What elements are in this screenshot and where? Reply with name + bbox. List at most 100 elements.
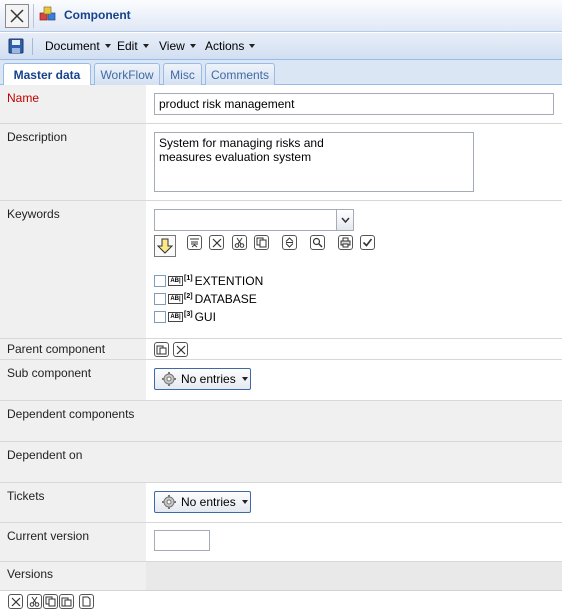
gear-icon (162, 372, 176, 386)
tickets-label: Tickets (7, 489, 45, 503)
floppy-disk-icon[interactable] (8, 38, 24, 54)
sub-component-dropdown-label: No entries (181, 372, 236, 386)
add-keyword-button[interactable] (154, 235, 176, 257)
dependent-components-label: Dependent components (7, 407, 135, 421)
keyword-checkbox[interactable] (154, 275, 166, 287)
keyword-checkbox[interactable] (154, 311, 166, 323)
gear-icon (162, 495, 176, 509)
new-document-icon (82, 596, 91, 607)
row-keywords: Keywords AB| [1] EXTENTION AB| [2] DATAB… (0, 201, 562, 339)
dependent-on-label: Dependent on (7, 448, 83, 462)
menu-actions-label: Actions (205, 39, 245, 53)
row-versions: Versions (0, 562, 562, 590)
select-parent-button[interactable] (154, 342, 169, 357)
keyword-text: DATABASE (194, 292, 257, 306)
copy-icon (256, 237, 267, 248)
close-button[interactable] (5, 4, 29, 28)
close-x-icon (10, 9, 24, 23)
tickets-dropdown-label: No entries (181, 495, 236, 509)
row-name: Name (0, 85, 562, 124)
text-field-icon: AB| (168, 294, 183, 304)
menu-actions[interactable]: Actions (205, 39, 256, 53)
menu-edit-label: Edit (117, 39, 138, 53)
close-icon (11, 597, 20, 606)
tab-comments[interactable]: Comments (205, 63, 275, 85)
arrow-down-icon (157, 238, 173, 254)
move-top-button[interactable] (187, 235, 202, 250)
row-current-version: Current version (0, 523, 562, 562)
keyword-item: AB| [3] GUI (154, 309, 216, 325)
menu-separator (32, 38, 33, 55)
current-version-label: Current version (7, 529, 90, 543)
keywords-combo[interactable] (154, 209, 354, 231)
caret-down-icon (142, 44, 149, 48)
tickets-dropdown[interactable]: No entries (154, 491, 251, 513)
window-title: Component (64, 8, 131, 22)
close-icon (212, 238, 221, 247)
versions-delete-button[interactable] (8, 594, 23, 609)
search-button[interactable] (310, 235, 325, 250)
window-title-bar: Component (0, 0, 562, 32)
checkmark-icon (362, 238, 373, 247)
caret-down-icon (241, 500, 248, 504)
tab-workflow[interactable]: WorkFlow (94, 63, 160, 85)
versions-paste-button[interactable] (59, 594, 74, 609)
caret-down-icon (249, 44, 256, 48)
paste-icon (61, 597, 72, 607)
caret-down-icon (104, 44, 111, 48)
row-sub-component: Sub component No entries (0, 360, 562, 401)
current-version-input[interactable] (154, 530, 210, 551)
search-icon (312, 237, 323, 248)
row-parent-component: Parent component (0, 339, 562, 360)
versions-copy-button[interactable] (43, 594, 58, 609)
text-field-icon: AB| (168, 276, 183, 286)
keyword-checkbox[interactable] (154, 293, 166, 305)
scissors-icon (29, 596, 40, 607)
menu-edit[interactable]: Edit (117, 39, 149, 53)
paste-icon (156, 345, 167, 355)
component-cubes-icon (39, 6, 56, 21)
tab-master-data[interactable]: Master data (3, 63, 91, 86)
keywords-label: Keywords (7, 207, 60, 221)
up-down-icon (285, 237, 294, 248)
versions-new-button[interactable] (79, 594, 94, 609)
keyword-item: AB| [2] DATABASE (154, 291, 257, 307)
name-label: Name (7, 91, 40, 105)
tab-misc[interactable]: Misc (163, 63, 202, 85)
printer-icon (340, 237, 351, 248)
chevron-down-icon (340, 217, 350, 223)
caret-down-icon (241, 377, 248, 381)
print-button[interactable] (338, 235, 353, 250)
versions-label: Versions (7, 567, 54, 581)
scissors-icon (234, 237, 245, 248)
sub-component-dropdown[interactable]: No entries (154, 368, 251, 390)
move-up-down-button[interactable] (282, 235, 297, 250)
sub-component-label: Sub component (7, 366, 92, 380)
keyword-text: EXTENTION (194, 274, 264, 288)
row-tickets: Tickets No entries (0, 483, 562, 523)
clear-parent-button[interactable] (173, 342, 188, 357)
row-description: Description System for managing risks an… (0, 124, 562, 201)
menu-view[interactable]: View (159, 39, 196, 53)
combo-dropdown-button[interactable] (336, 210, 353, 230)
keyword-number: [3] (184, 310, 193, 318)
confirm-button[interactable] (360, 235, 375, 250)
row-dependent-on: Dependent on (0, 442, 562, 483)
description-textarea[interactable]: System for managing risks and measures e… (154, 132, 474, 192)
copy-icon (45, 596, 56, 607)
name-input[interactable] (154, 93, 554, 115)
keyword-number: [1] (184, 274, 193, 282)
keyword-text: GUI (194, 310, 216, 324)
menu-view-label: View (159, 39, 185, 53)
tab-strip: Master data WorkFlow Misc Comments (0, 60, 562, 86)
keyword-number: [2] (184, 292, 193, 300)
cut-button[interactable] (232, 235, 247, 250)
caret-down-icon (189, 44, 196, 48)
close-icon (176, 345, 185, 354)
menu-document[interactable]: Document (45, 39, 111, 53)
copy-button[interactable] (254, 235, 269, 250)
versions-cut-button[interactable] (27, 594, 42, 609)
delete-button[interactable] (209, 235, 224, 250)
description-label: Description (7, 130, 68, 144)
move-top-icon (190, 238, 199, 248)
